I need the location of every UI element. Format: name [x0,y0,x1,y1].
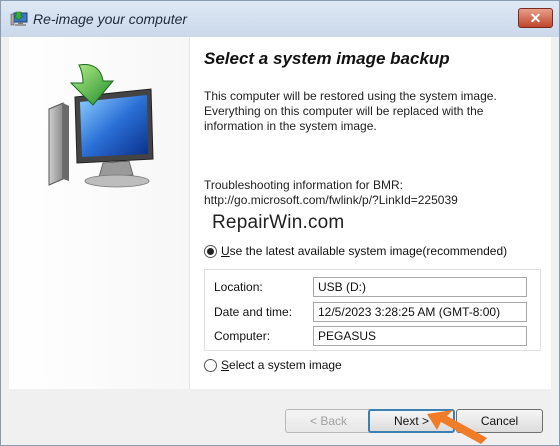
reimage-computer-icon [10,11,28,26]
computer-label: Computer: [214,329,271,343]
image-details: Location: USB (D:) Date and time: 12/5/2… [204,269,541,351]
radio-latest-image[interactable]: Use the latest available system image(re… [204,244,507,258]
restore-computer-icon [48,64,154,188]
location-label: Location: [214,280,263,294]
back-button[interactable]: < Back [285,409,372,433]
radio-latest-accel: U [221,244,230,258]
page-title: Select a system image backup [204,49,450,68]
radio-select-label: Select a system image [221,358,342,372]
datetime-label: Date and time: [214,305,293,319]
watermark: RepairWin.com [212,212,345,233]
radio-select-image[interactable]: Select a system image [204,358,342,372]
close-button[interactable]: ✕ [518,8,553,28]
dialog-content: Select a system image backup This comput… [9,37,551,389]
side-panel [9,37,190,389]
troubleshooting-label: Troubleshooting information for BMR: [204,178,403,192]
troubleshooting-link[interactable]: http://go.microsoft.com/fwlink/p/?LinkId… [204,193,458,208]
page-description: This computer will be restored using the… [204,89,497,133]
radio-select-text: elect a system image [229,358,342,372]
radio-latest-indicator[interactable] [204,244,217,258]
datetime-field: 12/5/2023 3:28:25 AM (GMT-8:00) [313,302,527,322]
title-bar: Re-image your computer ✕ [1,1,559,37]
orange-arrow-icon [427,410,487,444]
location-field: USB (D:) [313,277,527,297]
computer-field: PEGASUS [313,326,527,346]
window-title: Re-image your computer [33,11,188,27]
radio-latest-text: se the latest available system image(rec… [229,244,508,258]
radio-latest-label: Use the latest available system image(re… [221,244,507,258]
close-icon: ✕ [529,10,542,26]
troubleshooting-info: Troubleshooting information for BMR: htt… [204,178,458,208]
radio-select-indicator[interactable] [204,358,217,372]
radio-select-accel: S [221,358,230,372]
reimage-dialog: Re-image your computer ✕ Select a system… [0,0,560,446]
